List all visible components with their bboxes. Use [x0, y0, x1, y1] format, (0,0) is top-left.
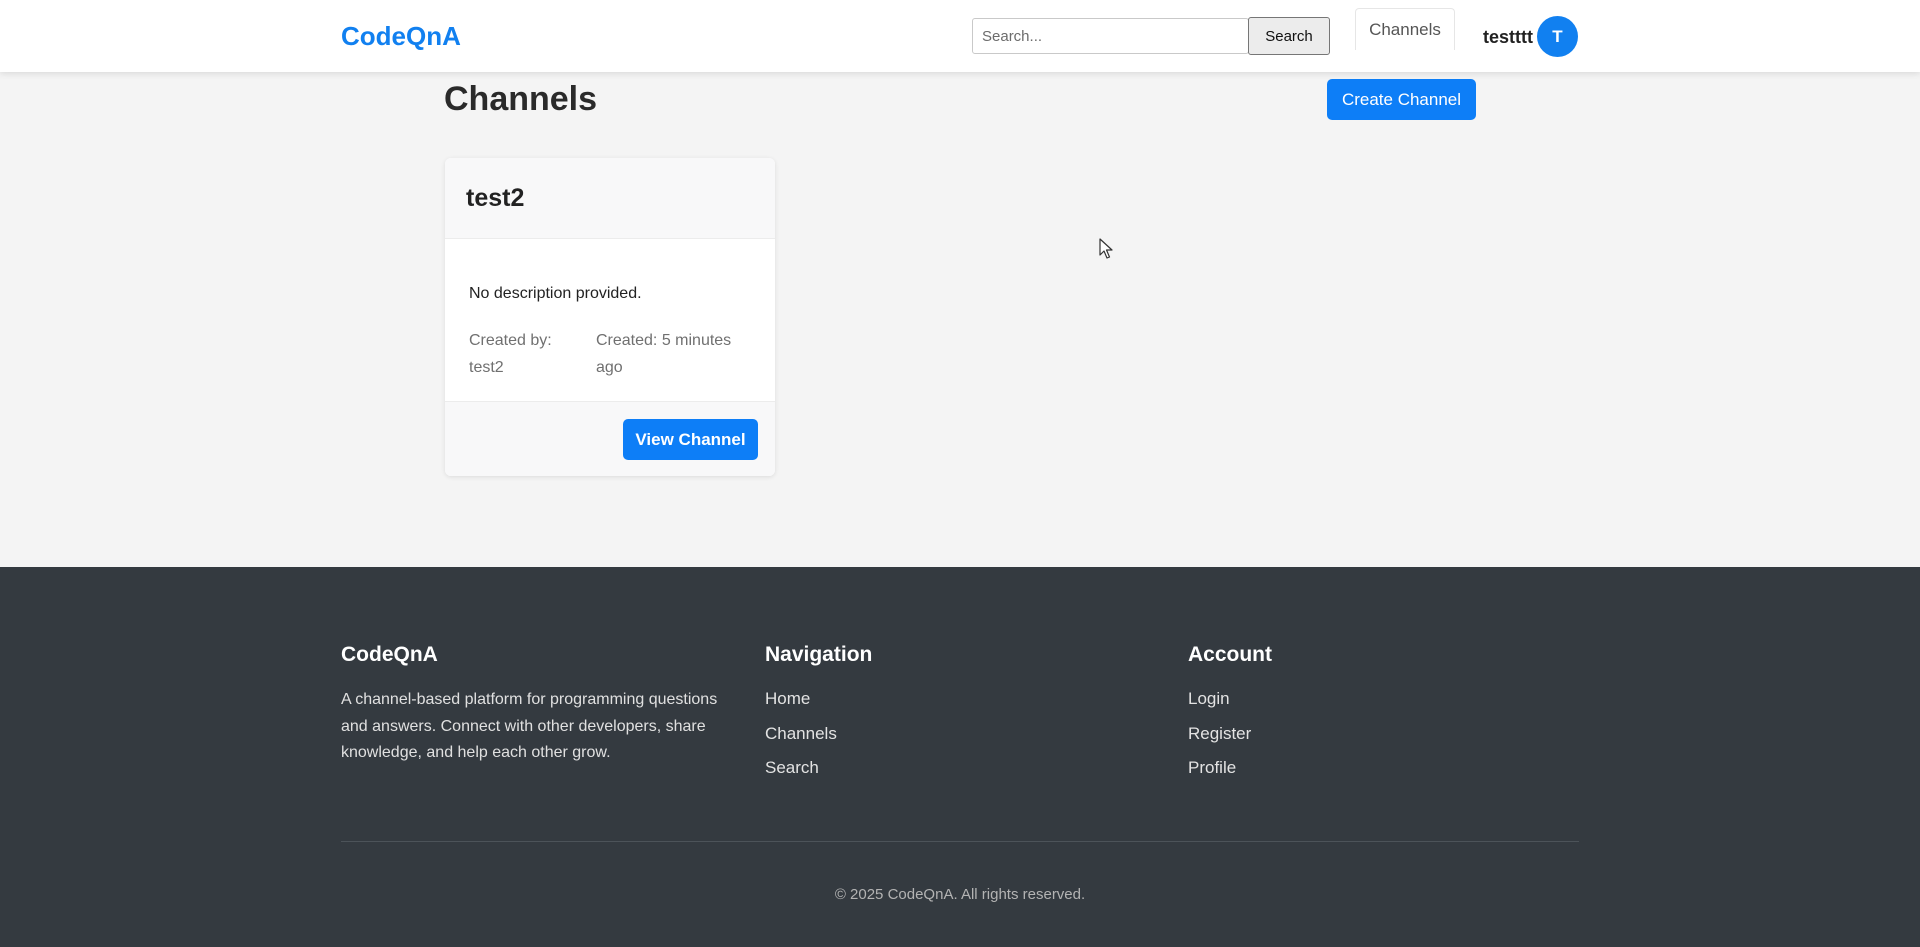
channel-card-header: test2 — [445, 158, 775, 239]
channel-name: test2 — [466, 184, 525, 212]
channel-description: No description provided. — [469, 285, 642, 302]
channel-creator: Created by: test2 — [469, 332, 552, 376]
page-title: Channels — [444, 80, 598, 118]
footer-navigation-links: Home Channels Search — [765, 689, 837, 793]
channel-card: test2 No description provided. Created b… — [445, 158, 775, 476]
footer-brand-title: CodeQnA — [341, 643, 438, 666]
top-navbar: CodeQnA Search Channels testttt T — [0, 0, 1920, 72]
footer-link-home[interactable]: Home — [765, 689, 810, 708]
channel-created-time: Created: 5 minutes ago — [596, 332, 732, 376]
mouse-pointer-icon — [1099, 238, 1113, 259]
footer-account-title: Account — [1188, 643, 1272, 666]
footer-navigation-title: Navigation — [765, 643, 873, 666]
footer-copyright: © 2025 CodeQnA. All rights reserved. — [834, 886, 1086, 903]
search-input[interactable] — [972, 18, 1249, 54]
site-footer: CodeQnA A channel-based platform for pro… — [0, 567, 1920, 947]
footer-link-login[interactable]: Login — [1188, 689, 1230, 708]
footer-link-search[interactable]: Search — [765, 758, 819, 777]
create-channel-button[interactable]: Create Channel — [1327, 79, 1476, 120]
search-button[interactable]: Search — [1248, 17, 1330, 55]
view-channel-button[interactable]: View Channel — [623, 419, 758, 460]
footer-link-profile[interactable]: Profile — [1188, 758, 1236, 777]
footer-divider — [341, 841, 1579, 842]
footer-brand-description: A channel-based platform for programming… — [341, 691, 718, 761]
user-avatar[interactable]: T — [1537, 16, 1578, 57]
footer-link-channels[interactable]: Channels — [765, 724, 837, 743]
user-name[interactable]: testttt — [1483, 27, 1533, 48]
footer-link-register[interactable]: Register — [1188, 724, 1251, 743]
footer-account-links: Login Register Profile — [1188, 689, 1251, 793]
site-logo[interactable]: CodeQnA — [341, 21, 461, 52]
nav-link-channels[interactable]: Channels — [1355, 8, 1455, 50]
